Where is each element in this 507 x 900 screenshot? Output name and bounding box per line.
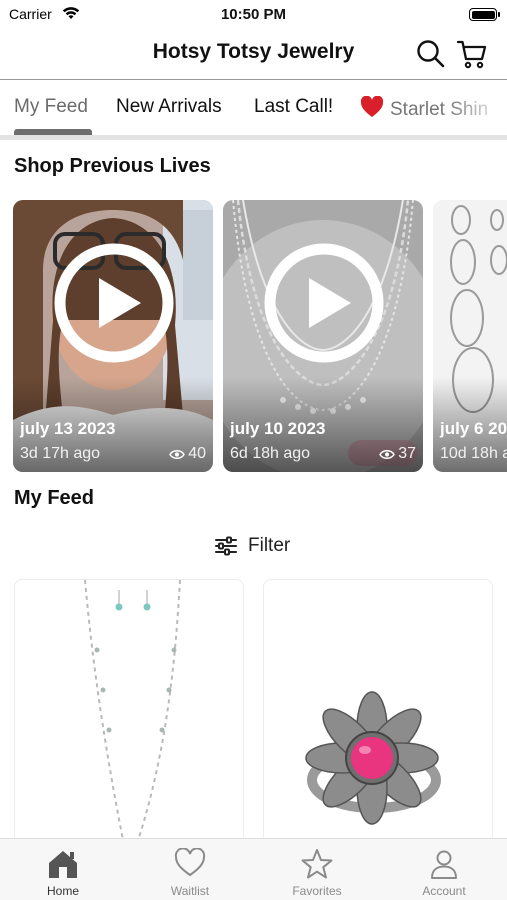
live-view-count: 40 bbox=[169, 445, 206, 463]
nav-home[interactable]: Home bbox=[0, 839, 126, 900]
status-bar: Carrier 10:50 PM bbox=[0, 0, 507, 30]
star-icon bbox=[301, 849, 333, 879]
eye-icon bbox=[379, 449, 396, 459]
live-video-card[interactable]: july 13 2023 3d 17h ago 40 bbox=[13, 200, 213, 472]
heart-outline-icon bbox=[174, 848, 206, 877]
nav-home-label: Home bbox=[46, 884, 79, 898]
live-date: july 13 2023 bbox=[20, 419, 116, 438]
tab-last-call[interactable]: Last Call! bbox=[254, 96, 333, 118]
app-header: Hotsy Totsy Jewelry bbox=[0, 30, 507, 78]
pink-flower-ring-image bbox=[305, 691, 441, 825]
nav-favorites[interactable]: Favorites bbox=[254, 839, 380, 900]
play-icon[interactable] bbox=[263, 242, 385, 364]
search-icon[interactable] bbox=[415, 38, 447, 70]
filter-button[interactable]: Filter bbox=[214, 533, 290, 559]
nav-account[interactable]: Account bbox=[381, 839, 507, 900]
live-views-value: 37 bbox=[398, 445, 416, 462]
play-icon[interactable] bbox=[53, 242, 175, 364]
live-time-ago: 10d 18h ago bbox=[440, 445, 507, 462]
person-icon bbox=[431, 850, 457, 879]
product-card[interactable] bbox=[14, 579, 244, 849]
cart-icon[interactable] bbox=[456, 38, 488, 70]
nav-waitlist[interactable]: Waitlist bbox=[127, 839, 253, 900]
necklace-image bbox=[84, 580, 181, 848]
live-date: july 6 2023 bbox=[440, 419, 507, 438]
lives-section-title: Shop Previous Lives bbox=[14, 155, 211, 177]
live-time-ago: 3d 17h ago bbox=[20, 445, 101, 462]
filter-sliders-icon bbox=[215, 536, 237, 556]
category-tabs: My Feed New Arrivals Last Call! Starlet … bbox=[0, 79, 507, 137]
nav-account-label: Account bbox=[422, 884, 466, 898]
live-video-card[interactable]: july 10 2023 6d 18h ago 37 bbox=[223, 200, 423, 472]
tab-new-arrivals[interactable]: New Arrivals bbox=[116, 96, 222, 118]
nav-favorites-label: Favorites bbox=[292, 884, 342, 898]
filter-label: Filter bbox=[248, 535, 291, 556]
heart-icon bbox=[360, 96, 384, 117]
home-icon bbox=[49, 851, 77, 878]
lives-carousel[interactable]: july 13 2023 3d 17h ago 40 july 10 2023 … bbox=[0, 200, 507, 472]
battery-icon bbox=[469, 8, 500, 21]
feed-section-title: My Feed bbox=[14, 487, 95, 509]
product-card[interactable] bbox=[263, 579, 493, 849]
nav-waitlist-label: Waitlist bbox=[170, 884, 210, 898]
live-date: july 10 2023 bbox=[230, 419, 326, 438]
tabs-fade bbox=[447, 80, 507, 136]
live-views-value: 40 bbox=[188, 445, 206, 462]
live-view-count: 37 bbox=[379, 445, 416, 463]
status-time: 10:50 PM bbox=[220, 6, 287, 23]
tabs-divider bbox=[0, 135, 507, 140]
live-video-card[interactable]: july 6 2023 10d 18h ago bbox=[433, 200, 507, 472]
tab-my-feed[interactable]: My Feed bbox=[14, 96, 88, 118]
eye-icon bbox=[169, 449, 186, 459]
live-time-ago: 6d 18h ago bbox=[230, 445, 311, 462]
bottom-tab-bar: Home Waitlist Favorites Account bbox=[0, 838, 507, 900]
